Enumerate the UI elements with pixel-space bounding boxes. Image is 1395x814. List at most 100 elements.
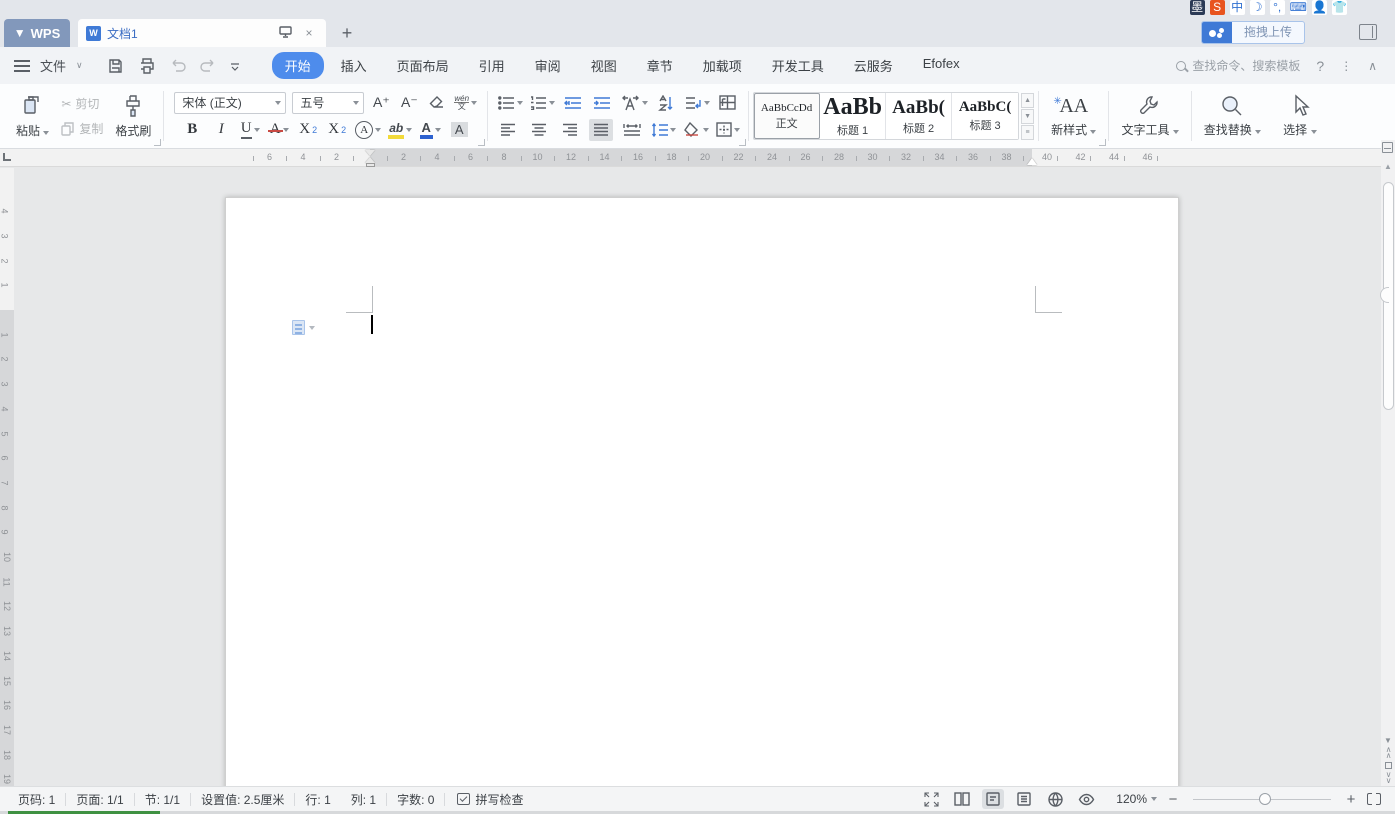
status-item[interactable]: 列: 1 bbox=[341, 791, 386, 808]
vertical-ruler[interactable]: 432112345678910111213141516171819 bbox=[0, 168, 14, 786]
status-item[interactable]: 页面: 1/1 bbox=[66, 791, 133, 808]
sogou-s-icon[interactable]: S bbox=[1210, 0, 1225, 15]
menu-tab-页面布局[interactable]: 页面布局 bbox=[384, 52, 462, 79]
new-style-group-expander[interactable] bbox=[1099, 139, 1106, 146]
pinyin-guide-button[interactable]: wén文 bbox=[454, 92, 477, 114]
menu-tab-章节[interactable]: 章节 bbox=[634, 52, 686, 79]
menu-tab-视图[interactable]: 视图 bbox=[578, 52, 630, 79]
ime-person-icon[interactable]: 👤 bbox=[1312, 0, 1327, 15]
select-button[interactable]: 选择 bbox=[1277, 92, 1322, 140]
outline-view-icon[interactable] bbox=[1013, 789, 1035, 809]
next-page-icon[interactable]: ∨∨ bbox=[1386, 772, 1391, 784]
menu-tab-Efofex[interactable]: Efofex bbox=[910, 52, 973, 79]
menu-tab-引用[interactable]: 引用 bbox=[466, 52, 518, 79]
text-layout-button[interactable] bbox=[717, 92, 739, 114]
document-tab[interactable]: W 文档1 × bbox=[78, 19, 326, 47]
save-button[interactable] bbox=[107, 58, 124, 74]
presentation-mode-icon[interactable] bbox=[276, 26, 294, 41]
zoom-slider[interactable] bbox=[1193, 792, 1331, 806]
decrease-indent-button[interactable] bbox=[562, 92, 584, 114]
new-style-button[interactable]: ✳AA 新样式 bbox=[1045, 92, 1102, 140]
horizontal-ruler[interactable]: 6422468101214161820222426283032343638404… bbox=[0, 149, 1381, 167]
file-menu[interactable]: 文件 bbox=[40, 56, 66, 75]
ime-keyboard-icon[interactable]: ⌨ bbox=[1290, 0, 1307, 15]
document-assistant-button[interactable] bbox=[292, 320, 315, 335]
ime-punct-icon[interactable]: °, bbox=[1270, 0, 1285, 15]
menu-tab-加载项[interactable]: 加载项 bbox=[690, 52, 755, 79]
sort-button[interactable] bbox=[655, 92, 677, 114]
font-color-button[interactable]: A bbox=[419, 119, 441, 141]
font-group-expander[interactable] bbox=[478, 139, 485, 146]
bold-button[interactable]: B bbox=[181, 119, 203, 141]
align-right-button[interactable] bbox=[558, 119, 582, 141]
zoom-level-button[interactable]: 120% bbox=[1116, 792, 1157, 806]
ruler-toggle-icon[interactable] bbox=[1382, 142, 1393, 153]
clear-format-button[interactable] bbox=[426, 92, 448, 114]
underline-button[interactable]: U bbox=[239, 119, 261, 141]
style-cell-标题 1[interactable]: AaBb标题 1 bbox=[820, 93, 886, 139]
page[interactable] bbox=[225, 197, 1179, 786]
print-button[interactable] bbox=[138, 58, 156, 74]
text-tool-button[interactable]: 文字工具 bbox=[1115, 92, 1184, 140]
clipboard-group-expander[interactable] bbox=[154, 139, 161, 146]
page-view-icon[interactable] bbox=[982, 789, 1004, 809]
ime-cn-icon[interactable]: 中 bbox=[1230, 0, 1245, 15]
show-marks-button[interactable] bbox=[684, 92, 710, 114]
gallery-more-icon[interactable]: ≡ bbox=[1021, 125, 1034, 140]
find-replace-button[interactable]: 查找替换 bbox=[1198, 92, 1267, 140]
status-item[interactable]: 行: 1 bbox=[295, 791, 340, 808]
left-indent-marker[interactable] bbox=[366, 163, 375, 167]
decrease-font-button[interactable]: A⁻ bbox=[398, 92, 420, 114]
fit-page-icon[interactable] bbox=[1367, 793, 1381, 805]
format-painter-button[interactable]: 格式刷 bbox=[109, 91, 157, 141]
eye-protection-icon[interactable] bbox=[1075, 789, 1097, 809]
web-view-icon[interactable] bbox=[1044, 789, 1066, 809]
justify-button[interactable] bbox=[589, 119, 613, 141]
more-options-icon[interactable]: ⋮ bbox=[1340, 59, 1352, 73]
cut-button[interactable]: ✂ 剪切 bbox=[61, 95, 103, 112]
zoom-slider-thumb[interactable] bbox=[1259, 793, 1271, 805]
distribute-button[interactable] bbox=[620, 119, 644, 141]
line-spacing-button[interactable] bbox=[651, 119, 676, 141]
drag-upload-button[interactable]: 拖拽上传 bbox=[1201, 21, 1305, 44]
zoom-out-button[interactable]: − bbox=[1166, 791, 1180, 808]
help-icon[interactable]: ? bbox=[1316, 58, 1324, 74]
vertical-scrollbar[interactable]: ▲ ▼ ∧∧ ∨∨ bbox=[1381, 140, 1395, 786]
wps-menu-button[interactable]: ▼ WPS bbox=[4, 19, 70, 47]
close-tab-icon[interactable]: × bbox=[300, 26, 318, 40]
copy-button[interactable]: 复制 bbox=[61, 120, 103, 137]
undo-button[interactable] bbox=[170, 59, 186, 73]
highlight-color-button[interactable]: ab bbox=[388, 119, 412, 141]
spell-check-button[interactable]: 拼写检查 bbox=[445, 791, 535, 808]
subscript-button[interactable]: X2 bbox=[326, 119, 348, 141]
superscript-button[interactable]: X2 bbox=[297, 119, 319, 141]
ime-moon-icon[interactable]: ☽ bbox=[1250, 0, 1265, 15]
scrollbar-thumb[interactable] bbox=[1383, 182, 1394, 410]
document-canvas[interactable]: 432112345678910111213141516171819 bbox=[0, 168, 1381, 786]
text-effects-button[interactable]: A bbox=[355, 119, 381, 141]
ime-ink-icon[interactable]: 墨 bbox=[1190, 0, 1205, 15]
bullets-button[interactable] bbox=[498, 92, 523, 114]
style-cell-标题 3[interactable]: AaBbC(标题 3 bbox=[952, 93, 1018, 139]
align-left-button[interactable] bbox=[496, 119, 520, 141]
status-item[interactable]: 设置值: 2.5厘米 bbox=[191, 791, 294, 808]
new-tab-button[interactable]: + bbox=[336, 22, 358, 44]
command-search[interactable]: 查找命令、搜索模板 bbox=[1176, 57, 1300, 74]
menu-tab-开始[interactable]: 开始 bbox=[272, 52, 324, 79]
menu-tab-插入[interactable]: 插入 bbox=[328, 52, 380, 79]
font-size-select[interactable]: 五号 bbox=[292, 92, 364, 114]
customize-toolbar-caret-icon[interactable] bbox=[230, 61, 240, 71]
ime-skin-icon[interactable]: 👕 bbox=[1332, 0, 1347, 15]
tabstop-selector-icon[interactable] bbox=[3, 153, 11, 161]
previous-page-icon[interactable]: ∧∧ bbox=[1386, 747, 1391, 759]
system-tray-icons[interactable]: 墨S中 ☽ °, ⌨ 👤 👕 bbox=[1190, 0, 1347, 15]
gallery-scroll-down-icon[interactable]: ▼ bbox=[1021, 109, 1034, 124]
character-scale-button[interactable] bbox=[620, 92, 648, 114]
increase-indent-button[interactable] bbox=[591, 92, 613, 114]
italic-button[interactable]: I bbox=[210, 119, 232, 141]
menu-tab-审阅[interactable]: 审阅 bbox=[522, 52, 574, 79]
menu-tab-云服务[interactable]: 云服务 bbox=[841, 52, 906, 79]
first-line-indent-marker[interactable] bbox=[365, 150, 375, 156]
redo-button[interactable] bbox=[200, 59, 216, 73]
scroll-down-icon[interactable]: ▼ bbox=[1384, 738, 1392, 744]
